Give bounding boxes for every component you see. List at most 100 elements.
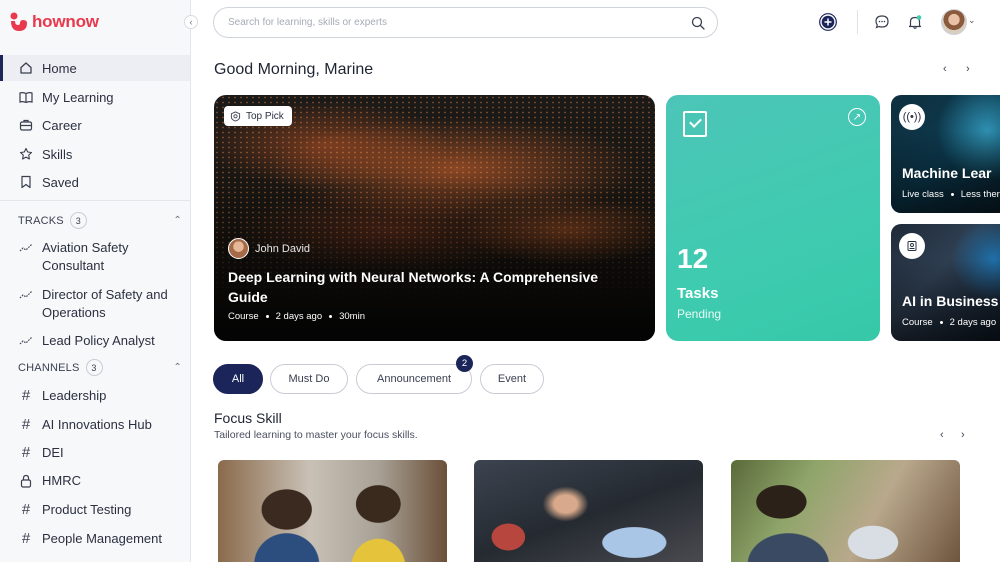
tracks-count-badge: 3 xyxy=(69,212,87,229)
focus-card-image-tablet[interactable] xyxy=(731,460,960,562)
nav-label: Skills xyxy=(42,146,73,162)
tracks-title: TRACKS xyxy=(18,214,64,227)
award-icon xyxy=(230,110,241,122)
book-icon xyxy=(899,233,925,259)
separator-dot xyxy=(329,315,333,318)
user-avatar[interactable] xyxy=(941,9,967,35)
track-label: Lead Policy Analyst xyxy=(42,333,155,348)
badge-label: Top Pick xyxy=(246,110,284,122)
card-title: Machine Lear xyxy=(902,165,992,181)
channel-label: HMRC xyxy=(42,473,81,488)
track-label: Director of Safety and Operations xyxy=(42,287,168,320)
chat-icon xyxy=(875,15,889,29)
focus-next-button[interactable]: › xyxy=(961,429,965,441)
card-info: Less ther xyxy=(960,189,1000,200)
trend-icon xyxy=(19,243,33,252)
announcement-count-badge: 2 xyxy=(456,355,473,372)
filter-all[interactable]: All xyxy=(213,364,263,394)
channel-label: People Management xyxy=(42,531,162,546)
topbar-divider xyxy=(857,10,858,34)
card-meta: Live class Less ther xyxy=(902,189,1000,200)
machine-learning-card[interactable]: ((•)) Machine Lear Live class Less ther xyxy=(891,95,1000,213)
channel-label: Leadership xyxy=(42,388,107,403)
card-type: Course xyxy=(902,317,933,328)
card-title: AI in Business xyxy=(902,293,999,309)
card-info: 2 days ago xyxy=(949,317,997,328)
hash-icon: # xyxy=(21,416,31,433)
course-duration: 30min xyxy=(339,311,365,322)
sidebar-collapse-button[interactable]: ‹ xyxy=(184,15,198,29)
track-label: Aviation Safety Consultant xyxy=(42,240,129,273)
focus-card-image-meeting[interactable] xyxy=(218,460,447,562)
tasks-card[interactable]: ↗ 12 Tasks Pending xyxy=(666,95,880,341)
lock-icon xyxy=(20,474,32,488)
bookmark-icon xyxy=(19,175,33,189)
book-icon xyxy=(19,90,33,104)
arrow-up-right-icon[interactable]: ↗ xyxy=(848,108,866,126)
separator-dot xyxy=(950,193,954,196)
bell-icon xyxy=(908,15,922,29)
hash-icon: # xyxy=(21,444,31,461)
nav-label: Career xyxy=(42,117,82,133)
separator-dot xyxy=(265,315,269,318)
focus-card-image-laptop[interactable] xyxy=(474,460,703,562)
search-icon[interactable] xyxy=(691,16,705,30)
carousel-next-button[interactable]: › xyxy=(966,63,970,75)
course-type: Course xyxy=(228,311,259,322)
channel-label: AI Innovations Hub xyxy=(42,417,152,432)
top-pick-badge: Top Pick xyxy=(224,106,292,126)
tracks-header[interactable]: TRACKS 3 ⌃ xyxy=(18,212,182,229)
messages-button[interactable] xyxy=(872,12,892,32)
search-bar[interactable] xyxy=(213,7,718,38)
tasks-status: Pending xyxy=(677,307,722,321)
channel-item-hmrc[interactable]: HMRC xyxy=(19,473,184,488)
search-input[interactable] xyxy=(228,17,691,28)
nav-label: Home xyxy=(42,60,77,76)
nav-item-my-learning[interactable]: My Learning xyxy=(0,84,190,110)
nav-item-career[interactable]: Career xyxy=(0,112,190,138)
filter-must-do[interactable]: Must Do xyxy=(270,364,348,394)
track-item-lead-policy[interactable]: Lead Policy Analyst xyxy=(19,332,179,350)
hownow-logo-icon xyxy=(10,12,27,31)
separator-dot xyxy=(939,321,943,324)
create-button[interactable] xyxy=(818,12,838,32)
plus-circle-icon xyxy=(819,13,837,31)
chevron-down-icon[interactable]: ⌄ xyxy=(968,15,976,26)
channel-item-leadership[interactable]: # Leadership xyxy=(19,387,184,404)
greeting-title: Good Morning, Marine xyxy=(214,61,374,78)
card-type: Live class xyxy=(902,189,944,200)
nav-item-skills[interactable]: Skills xyxy=(0,141,190,167)
nav-item-saved[interactable]: Saved xyxy=(0,169,190,195)
channel-label: Product Testing xyxy=(42,502,132,517)
channels-header[interactable]: CHANNELS 3 ⌃ xyxy=(18,359,182,376)
nav-item-home[interactable]: Home xyxy=(0,55,190,81)
channels-title: CHANNELS xyxy=(18,361,80,374)
track-item-director-safety[interactable]: Director of Safety and Operations xyxy=(19,286,179,321)
filter-event[interactable]: Event xyxy=(480,364,544,394)
ai-in-business-card[interactable]: AI in Business Course 2 days ago xyxy=(891,224,1000,341)
focus-prev-button[interactable]: ‹ xyxy=(940,429,944,441)
author-info[interactable]: John David xyxy=(228,238,310,259)
carousel-prev-button[interactable]: ‹ xyxy=(943,63,947,75)
trend-icon xyxy=(19,290,33,299)
channel-item-ai-innovations[interactable]: # AI Innovations Hub xyxy=(19,416,184,433)
author-name: John David xyxy=(255,242,311,255)
brand-logo[interactable]: hownow xyxy=(10,12,99,32)
chevron-up-icon[interactable]: ⌃ xyxy=(173,215,182,226)
hash-icon: # xyxy=(21,501,31,518)
filter-announcement[interactable]: Announcement xyxy=(356,364,472,394)
channel-item-people-management[interactable]: # People Management xyxy=(19,530,184,547)
featured-course-card[interactable]: Top Pick John David Deep Learning with N… xyxy=(214,95,655,341)
channel-item-product-testing[interactable]: # Product Testing xyxy=(19,501,184,518)
broadcast-icon: ((•)) xyxy=(899,104,925,130)
chevron-up-icon[interactable]: ⌃ xyxy=(173,362,182,373)
course-title[interactable]: Deep Learning with Neural Networks: A Co… xyxy=(228,267,628,307)
channel-item-dei[interactable]: # DEI xyxy=(19,444,184,461)
notifications-button[interactable] xyxy=(905,12,925,32)
track-item-aviation-safety[interactable]: Aviation Safety Consultant xyxy=(19,239,179,274)
card-meta: Course 2 days ago xyxy=(902,317,996,328)
tasks-count: 12 xyxy=(677,243,709,274)
trend-icon xyxy=(19,336,33,345)
channels-count-badge: 3 xyxy=(85,359,103,376)
course-posted: 2 days ago xyxy=(275,311,323,322)
